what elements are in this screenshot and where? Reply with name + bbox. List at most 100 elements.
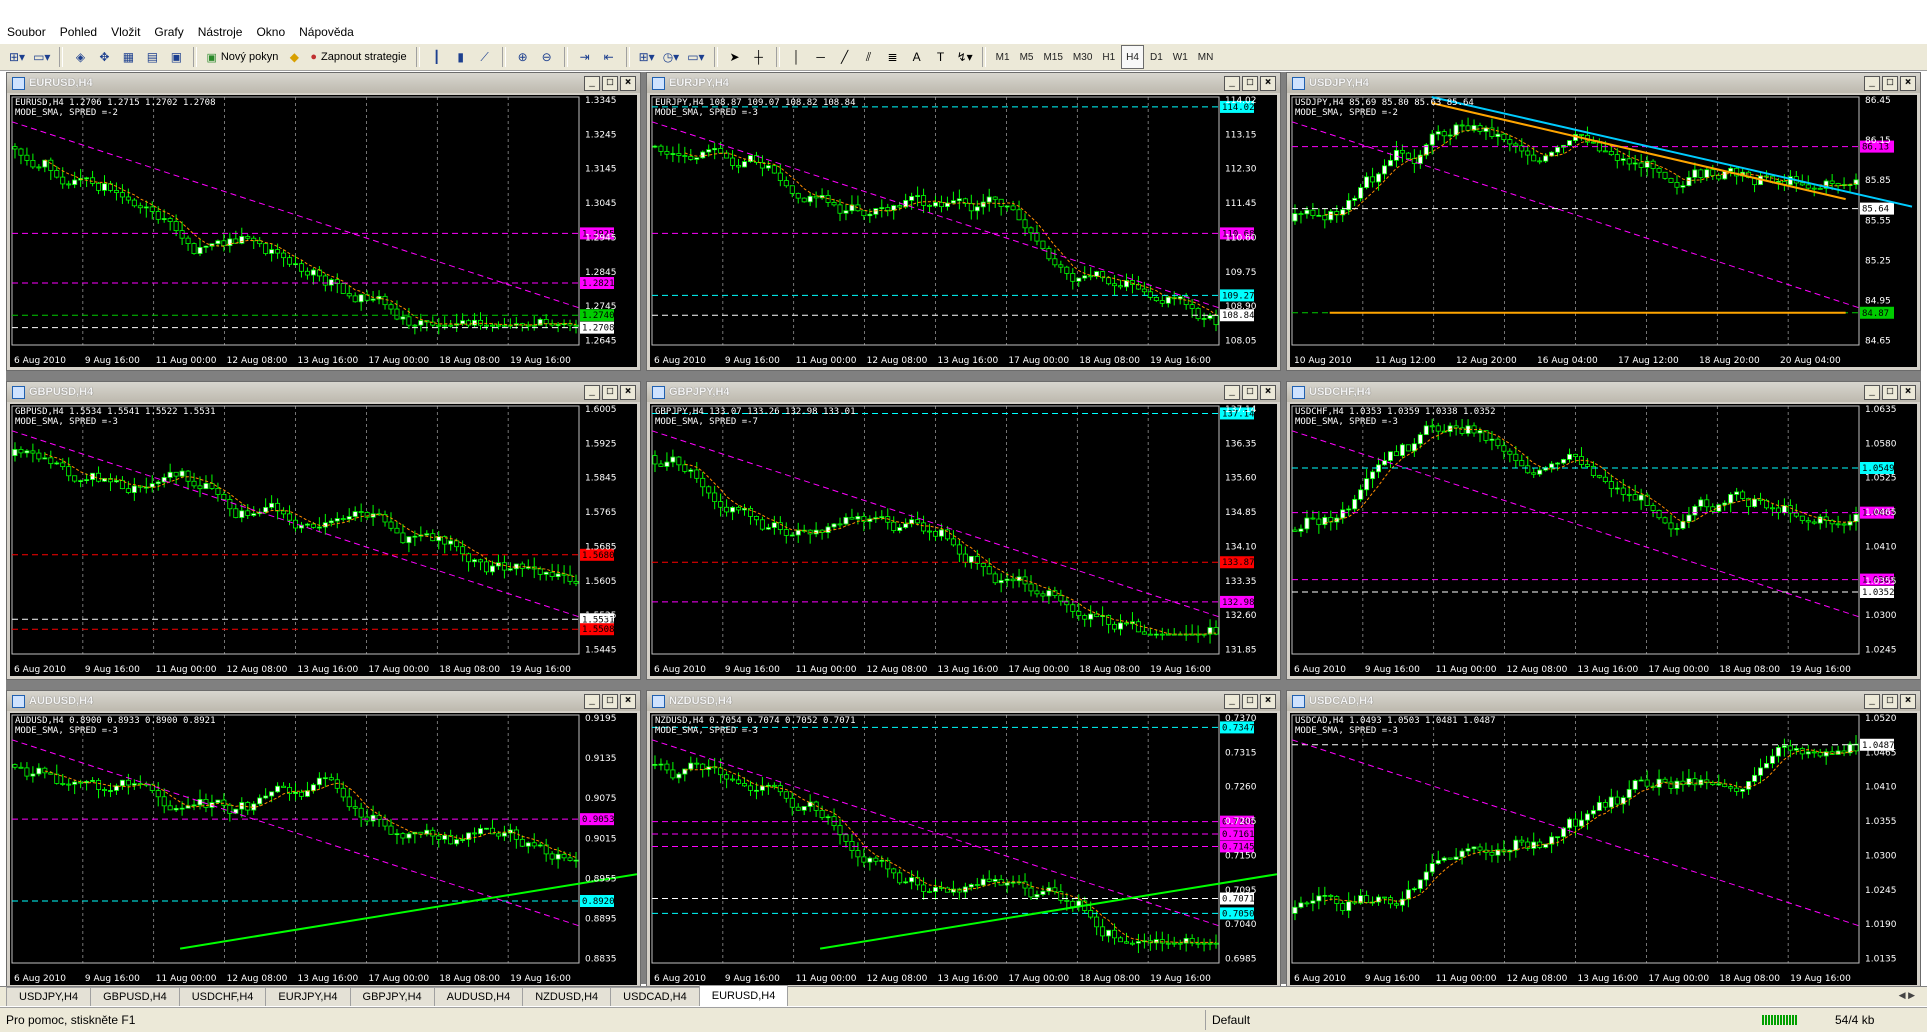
indicators-icon[interactable]: ⊞▾ xyxy=(636,46,658,68)
close-icon[interactable]: × xyxy=(1260,385,1276,400)
tab-eurusd[interactable]: EURUSD,H4 xyxy=(698,985,789,1006)
timeframe-m15[interactable]: M15 xyxy=(1039,46,1066,68)
timeframe-m5[interactable]: M5 xyxy=(1016,46,1038,68)
chart-canvas[interactable]: 0.9053 0.8920 0.9195 0.9135 0.9075 0.9015 0.89… xyxy=(10,713,637,985)
horizontal-line-icon[interactable]: ─ xyxy=(810,46,832,68)
new-order-button[interactable]: ▣ Nový pokyn xyxy=(203,46,281,68)
chart-canvas[interactable]: 1.0549 1.0483 1.0369 1.0352 1.0635 1.0580 1.05… xyxy=(1290,404,1917,676)
minimize-icon[interactable]: _ xyxy=(1864,385,1880,400)
chart-window-eurusd[interactable]: EURUSD,H4 _ □ × 1.2925 1.2821 1.2740 1.2708 1.33… xyxy=(6,72,641,371)
zoom-in-icon[interactable]: ⊕ xyxy=(512,46,534,68)
maximize-icon[interactable]: □ xyxy=(1242,694,1258,709)
minimize-icon[interactable]: _ xyxy=(584,76,600,91)
close-icon[interactable]: × xyxy=(620,694,636,709)
fibonacci-icon[interactable]: ≣ xyxy=(882,46,904,68)
chart-window-audusd[interactable]: AUDUSD,H4 _ □ × 0.9053 0.8920 0.9195 0.9135 0.90… xyxy=(6,690,641,989)
chart-window-titlebar[interactable]: AUDUSD,H4 _ □ × xyxy=(7,691,640,711)
chart-window-titlebar[interactable]: NZDUSD,H4 _ □ × xyxy=(647,691,1280,711)
tab-nzdusd[interactable]: NZDUSD,H4 xyxy=(522,987,612,1006)
chart-canvas[interactable]: 114.02 110.68 109.27 108.84 114.02 113.15 112.… xyxy=(650,95,1277,367)
maximize-icon[interactable]: □ xyxy=(1242,385,1258,400)
menu-vlozit[interactable]: Vložit xyxy=(104,25,147,39)
auto-scroll-icon[interactable]: ⇥ xyxy=(574,46,596,68)
chart-canvas[interactable]: 0.7347 0.7180 0.7161 0.7145 0.7071 0.7050 0.73… xyxy=(650,713,1277,985)
maximize-icon[interactable]: □ xyxy=(1882,385,1898,400)
minimize-icon[interactable]: _ xyxy=(1864,76,1880,91)
tab-audusd[interactable]: AUDUSD,H4 xyxy=(433,987,524,1006)
minimize-icon[interactable]: _ xyxy=(584,385,600,400)
maximize-icon[interactable]: □ xyxy=(1882,694,1898,709)
chart-window-usdjpy[interactable]: USDJPY,H4 _ □ × 86.13 85.64 84.87 86.45 86.15 85.… xyxy=(1286,72,1921,371)
periods-icon[interactable]: ◷▾ xyxy=(660,46,683,68)
vertical-line-icon[interactable]: │ xyxy=(786,46,808,68)
maximize-icon[interactable]: □ xyxy=(1882,76,1898,91)
line-chart-icon[interactable]: ⟋ xyxy=(474,46,496,68)
maximize-icon[interactable]: □ xyxy=(602,385,618,400)
minimize-icon[interactable]: _ xyxy=(1224,385,1240,400)
chart-window-titlebar[interactable]: USDCAD,H4 _ □ × xyxy=(1287,691,1920,711)
close-icon[interactable]: × xyxy=(1900,385,1916,400)
menu-nastroje[interactable]: Nástroje xyxy=(191,25,250,39)
chart-window-titlebar[interactable]: USDCHF,H4 _ □ × xyxy=(1287,382,1920,402)
timeframe-h1[interactable]: H1 xyxy=(1098,46,1119,68)
tab-gbpjpy[interactable]: GBPJPY,H4 xyxy=(349,987,435,1006)
chart-window-usdchf[interactable]: USDCHF,H4 _ □ × 1.0549 1.0483 1.0369 1.0352 1.06… xyxy=(1286,381,1921,680)
tab-scroll-icon[interactable]: ◀ ▶ xyxy=(1899,990,1915,1001)
tab-usdjpy[interactable]: USDJPY,H4 xyxy=(6,987,92,1006)
close-icon[interactable]: × xyxy=(1260,694,1276,709)
chart-window-eurjpy[interactable]: EURJPY,H4 _ □ × 114.02 110.68 109.27 108.84 114.… xyxy=(646,72,1281,371)
timeframe-h4[interactable]: H4 xyxy=(1121,45,1144,69)
menu-okno[interactable]: Okno xyxy=(249,25,292,39)
minimize-icon[interactable]: _ xyxy=(1224,76,1240,91)
close-icon[interactable]: × xyxy=(1900,76,1916,91)
cursor-icon[interactable]: ➤ xyxy=(724,46,746,68)
chart-window-usdcad[interactable]: USDCAD,H4 _ □ × 1.0487 1.0520 1.0465 1.0410 1.03… xyxy=(1286,690,1921,989)
candlestick-chart-icon[interactable]: ▮ xyxy=(450,46,472,68)
chart-window-titlebar[interactable]: GBPUSD,H4 _ □ × xyxy=(7,382,640,402)
minimize-icon[interactable]: _ xyxy=(584,694,600,709)
arrows-icon[interactable]: ↯▾ xyxy=(954,46,976,68)
zoom-out-icon[interactable]: ⊖ xyxy=(536,46,558,68)
timeframe-mn[interactable]: MN xyxy=(1194,46,1218,68)
tab-usdcad[interactable]: USDCAD,H4 xyxy=(610,987,700,1006)
data-window-icon[interactable]: ▦ xyxy=(117,46,139,68)
maximize-icon[interactable]: □ xyxy=(602,694,618,709)
timeframe-m1[interactable]: M1 xyxy=(992,46,1014,68)
templates-icon[interactable]: ▭▾ xyxy=(684,46,707,68)
text-icon[interactable]: A xyxy=(906,46,928,68)
chart-window-titlebar[interactable]: GBPJPY,H4 _ □ × xyxy=(647,382,1280,402)
minimize-icon[interactable]: _ xyxy=(1224,694,1240,709)
navigator-icon[interactable]: ✥ xyxy=(93,46,115,68)
text-label-icon[interactable]: T xyxy=(930,46,952,68)
market-watch-icon[interactable]: ◈ xyxy=(69,46,91,68)
equidistant-channel-icon[interactable]: ⫽ xyxy=(858,46,880,68)
maximize-icon[interactable]: □ xyxy=(602,76,618,91)
chart-canvas[interactable]: 1.0487 1.0520 1.0465 1.0410 1.0355 1.0300 1.02… xyxy=(1290,713,1917,985)
strategy-tester-icon[interactable]: ▣ xyxy=(165,46,187,68)
menu-soubor[interactable]: Soubor xyxy=(0,25,53,39)
close-icon[interactable]: × xyxy=(1900,694,1916,709)
timeframe-m30[interactable]: M30 xyxy=(1069,46,1096,68)
chart-window-titlebar[interactable]: EURJPY,H4 _ □ × xyxy=(647,73,1280,93)
maximize-icon[interactable]: □ xyxy=(1242,76,1258,91)
close-icon[interactable]: × xyxy=(1260,76,1276,91)
close-icon[interactable]: × xyxy=(620,76,636,91)
chart-window-gbpusd[interactable]: GBPUSD,H4 _ □ × 1.5680 1.5531 1.5508 1.6005 1.59… xyxy=(6,381,641,680)
bar-chart-icon[interactable]: ┃ xyxy=(426,46,448,68)
trendline-icon[interactable]: ╱ xyxy=(834,46,856,68)
timeframe-d1[interactable]: D1 xyxy=(1146,46,1167,68)
profiles-icon[interactable]: ▭▾ xyxy=(30,46,53,68)
minimize-icon[interactable]: _ xyxy=(1864,694,1880,709)
terminal-icon[interactable]: ▤ xyxy=(141,46,163,68)
tab-gbpusd[interactable]: GBPUSD,H4 xyxy=(90,987,180,1006)
chart-canvas[interactable]: 86.13 85.64 84.87 86.45 86.15 85.85 85.55 85.25… xyxy=(1290,95,1917,367)
crosshair-icon[interactable]: ┼ xyxy=(748,46,770,68)
chart-canvas[interactable]: 137.14 133.87 132.98 137.14 136.35 135.60 134.… xyxy=(650,404,1277,676)
chart-canvas[interactable]: 1.2925 1.2821 1.2740 1.2708 1.3345 1.3245 1.31… xyxy=(10,95,637,367)
timeframe-w1[interactable]: W1 xyxy=(1169,46,1192,68)
tab-eurjpy[interactable]: EURJPY,H4 xyxy=(265,987,351,1006)
chart-window-titlebar[interactable]: USDJPY,H4 _ □ × xyxy=(1287,73,1920,93)
chart-window-titlebar[interactable]: EURUSD,H4 _ □ × xyxy=(7,73,640,93)
menu-pohled[interactable]: Pohled xyxy=(53,25,104,39)
menu-napoveda[interactable]: Nápověda xyxy=(292,25,361,39)
